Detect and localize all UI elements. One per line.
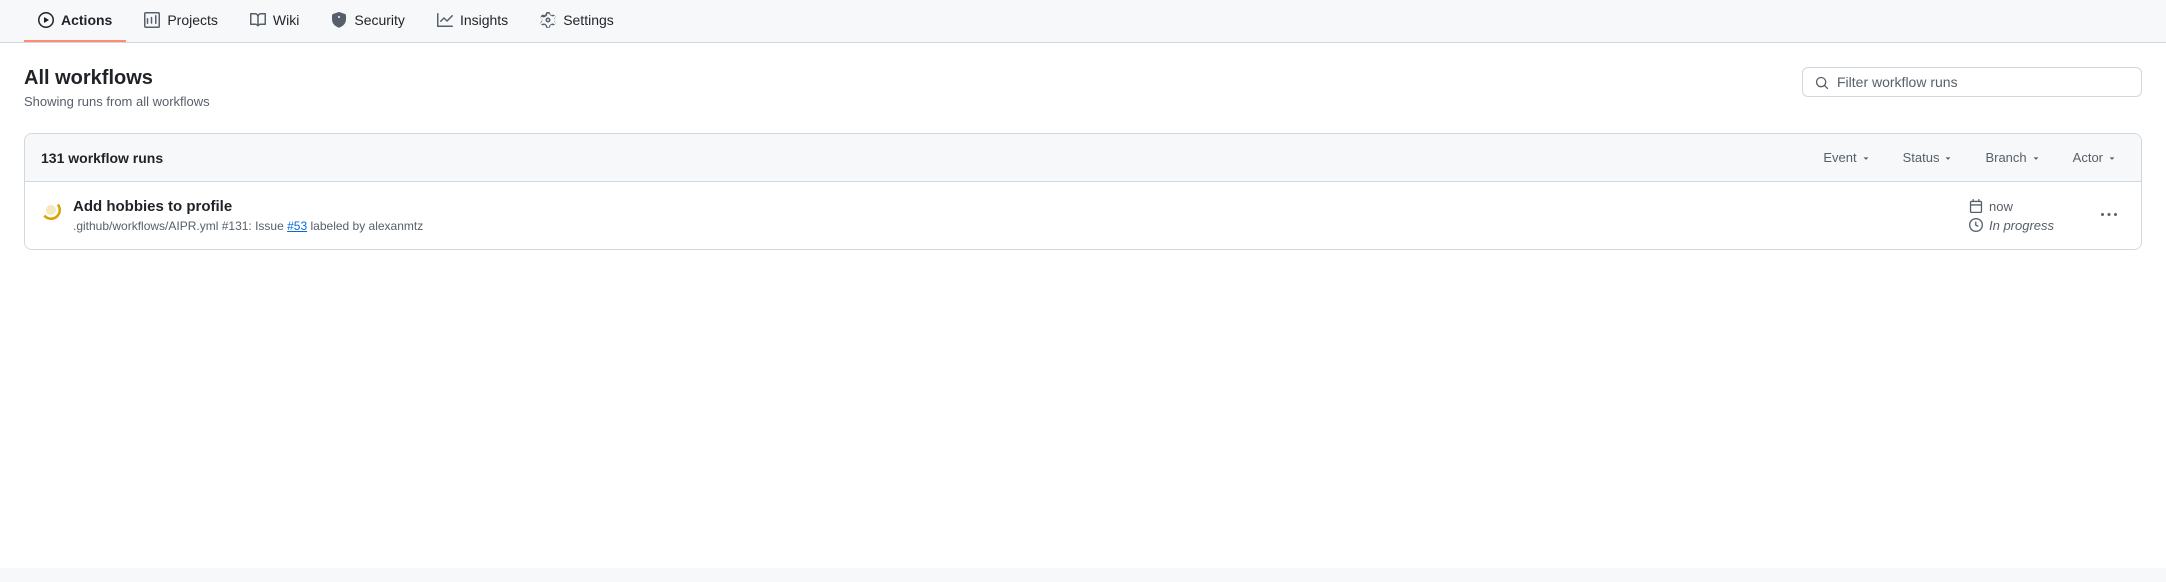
graph-icon <box>437 12 453 28</box>
gear-icon <box>540 12 556 28</box>
workflow-table: 131 workflow runs Event Status Branch Ac… <box>24 133 2142 250</box>
shield-icon <box>331 12 347 28</box>
workflow-info: Add hobbies to profile .github/workflows… <box>73 198 423 233</box>
event-filter-button[interactable]: Event <box>1815 146 1878 169</box>
status-row: In progress <box>1969 218 2054 233</box>
workflow-time: now In progress <box>1969 199 2069 233</box>
workflow-meta: .github/workflows/AIPR.yml #131: Issue #… <box>73 219 423 233</box>
tab-wiki-label: Wiki <box>273 12 299 28</box>
tab-projects[interactable]: Projects <box>130 0 232 42</box>
workflow-title[interactable]: Add hobbies to profile <box>73 198 423 215</box>
table-row: Add hobbies to profile .github/workflows… <box>25 182 2141 249</box>
branch-filter-button[interactable]: Branch <box>1977 146 2048 169</box>
workflow-status: In progress <box>1989 218 2054 233</box>
tab-actions[interactable]: Actions <box>24 0 126 42</box>
tab-projects-label: Projects <box>167 12 218 28</box>
tab-actions-label: Actions <box>61 12 112 28</box>
workflow-issue-link[interactable]: #53 <box>287 219 307 233</box>
clock-icon <box>1969 218 1983 232</box>
table-header: 131 workflow runs Event Status Branch Ac… <box>25 134 2141 182</box>
page-title: All workflows <box>24 67 210 90</box>
tab-wiki[interactable]: Wiki <box>236 0 313 42</box>
search-box[interactable] <box>1802 67 2142 97</box>
actor-filter-button[interactable]: Actor <box>2065 146 2125 169</box>
tab-insights[interactable]: Insights <box>423 0 522 42</box>
search-input[interactable] <box>1837 74 2129 90</box>
status-filter-label: Status <box>1903 150 1940 165</box>
projects-icon <box>144 12 160 28</box>
workflow-path: .github/workflows/AIPR.yml <box>73 219 218 233</box>
workflow-issue-prefix: #131: Issue <box>222 219 287 233</box>
status-filter-button[interactable]: Status <box>1895 146 1962 169</box>
event-filter-label: Event <box>1823 150 1856 165</box>
workflow-left: Add hobbies to profile .github/workflows… <box>41 198 423 233</box>
more-options-button[interactable] <box>2093 203 2125 229</box>
page-subtitle: Showing runs from all workflows <box>24 94 210 109</box>
workflow-right: now In progress <box>1969 199 2125 233</box>
table-filters: Event Status Branch Actor <box>1815 146 2125 169</box>
branch-filter-label: Branch <box>1985 150 2026 165</box>
tab-settings[interactable]: Settings <box>526 0 628 42</box>
actor-filter-label: Actor <box>2073 150 2103 165</box>
run-count-label: 131 workflow runs <box>41 150 163 166</box>
workflow-run-time: now <box>1989 199 2013 214</box>
header-left: All workflows Showing runs from all work… <box>24 67 210 109</box>
tab-settings-label: Settings <box>563 12 614 28</box>
play-icon <box>38 12 54 28</box>
search-icon <box>1815 74 1829 90</box>
time-row: now <box>1969 199 2013 214</box>
tab-security[interactable]: Security <box>317 0 419 42</box>
main-content: All workflows Showing runs from all work… <box>0 43 2166 568</box>
tab-security-label: Security <box>354 12 405 28</box>
workflow-labeled-by: labeled by alexanmtz <box>311 219 424 233</box>
tab-insights-label: Insights <box>460 12 508 28</box>
header-row: All workflows Showing runs from all work… <box>24 67 2142 109</box>
calendar-icon <box>1969 199 1983 213</box>
book-icon <box>250 12 266 28</box>
nav-tabs: Actions Projects Wiki Security <box>0 0 2166 43</box>
status-in-progress-icon <box>41 200 61 220</box>
